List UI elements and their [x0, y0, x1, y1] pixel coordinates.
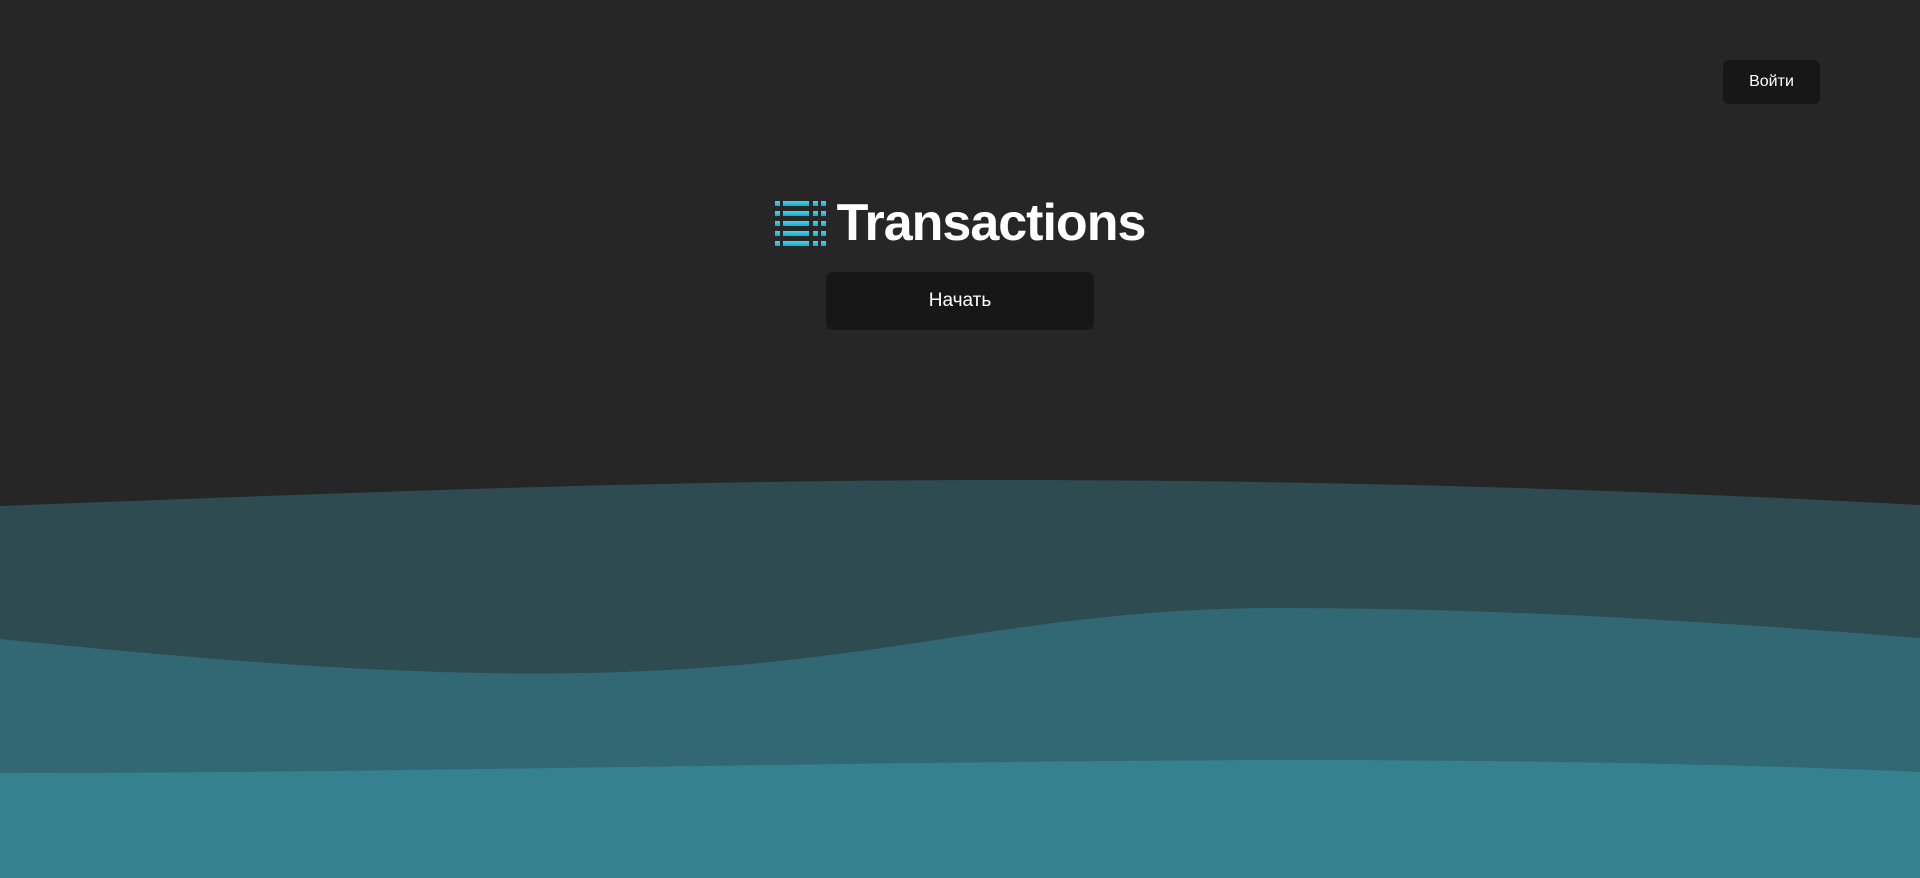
start-button[interactable]: Начать — [826, 272, 1094, 330]
wave-background — [0, 480, 1920, 878]
wave-layer-bottom — [0, 760, 1920, 878]
brand: Transactions — [774, 192, 1147, 254]
hero-section: Transactions Начать — [0, 192, 1920, 330]
landing-page: Войти Transactions Начать — [0, 0, 1920, 878]
list-lines-icon — [774, 201, 826, 246]
page-title: Transactions — [836, 194, 1147, 252]
login-button[interactable]: Войти — [1723, 60, 1820, 104]
